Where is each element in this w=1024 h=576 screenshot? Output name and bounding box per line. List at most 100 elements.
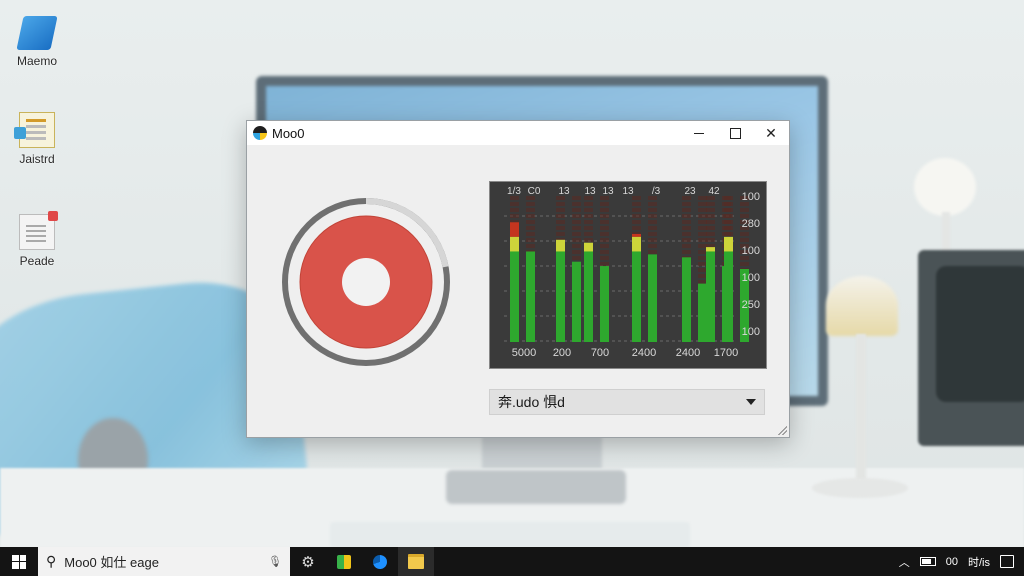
search-icon: ⚲ xyxy=(46,553,57,569)
wallpaper-keyboard xyxy=(330,522,690,548)
meter-bar-segment-dim xyxy=(706,202,715,206)
meter-bar-segment-dim xyxy=(632,226,641,230)
taskbar-edge[interactable] xyxy=(362,547,398,576)
meter-bar-segment-dim xyxy=(740,262,749,266)
taskbar-store[interactable] xyxy=(326,547,362,576)
taskbar-search[interactable]: ⚲ Moo0 如仕 eage 🎙 xyxy=(38,547,290,576)
meter-bar-segment-dim xyxy=(572,208,581,212)
meter-bar xyxy=(682,257,691,342)
meter-bar-segment-dim xyxy=(556,226,565,230)
store-icon xyxy=(337,554,351,569)
desktop-icon-label: Peade xyxy=(19,254,55,268)
meter-bar-segment-dim xyxy=(724,196,733,200)
meter-bar-segment-dim xyxy=(706,220,715,224)
desktop-icon-maemo[interactable]: Maemo xyxy=(6,16,68,68)
maximize-button[interactable] xyxy=(717,121,753,145)
meter-bar xyxy=(510,251,519,342)
window-titlebar[interactable]: Moo0 ✕ xyxy=(247,121,789,145)
chevron-up-icon[interactable]: ︿ xyxy=(899,554,910,570)
taskbar-file-explorer[interactable] xyxy=(398,547,434,576)
meter-bar-segment-dim xyxy=(698,262,707,266)
meter-top-label: C0 xyxy=(528,186,541,197)
notification-icon[interactable] xyxy=(1000,555,1014,568)
meter-bar-segment-dim xyxy=(698,226,707,230)
meter-bar-segment-dim xyxy=(526,214,535,218)
meter-bar-segment-dim xyxy=(682,226,691,230)
battery-icon[interactable] xyxy=(919,557,936,566)
meter-bar-segment-dim xyxy=(572,232,581,236)
level-meter-chart: 1/3 C0 13 13 13 13/3 23 42 100 280 100 100 250 100 500… xyxy=(504,186,760,359)
meter-bar-segment-dim xyxy=(600,232,609,236)
meter-bar-segment-dim xyxy=(556,202,565,206)
meter-bar-segment-dim xyxy=(706,226,715,230)
meter-bar-segment-dim xyxy=(648,244,657,248)
meter-bar-segment-dim xyxy=(556,220,565,224)
meter-bar-segment-dim xyxy=(698,196,707,200)
taskbar: ⚲ Moo0 如仕 eage 🎙 ⚙ ︿ 00 时/is xyxy=(0,547,1024,576)
meter-scale-label: 100 xyxy=(742,245,760,257)
meter-bar xyxy=(698,283,707,342)
meter-bar-peak xyxy=(632,233,641,237)
audio-source-dropdown[interactable]: 奔.udo 惧d xyxy=(489,389,765,415)
meter-bar-segment-dim xyxy=(556,214,565,218)
meter-bar-segment-dim xyxy=(572,202,581,206)
meter-top-label: 13 xyxy=(584,186,596,197)
wallpaper-lamp-2 xyxy=(826,276,898,336)
maximize-icon xyxy=(729,127,741,139)
system-tray: ︿ 00 时/is xyxy=(899,554,1024,570)
meter-bar-segment-dim xyxy=(526,238,535,242)
meter-scale-label: 280 xyxy=(742,218,760,230)
meter-bar-segment-dim xyxy=(600,256,609,260)
microphone-icon[interactable]: 🎙 xyxy=(268,555,282,568)
start-button[interactable] xyxy=(0,547,38,576)
meter-top-label: 23 xyxy=(684,186,696,197)
meter-bar-segment-dim xyxy=(724,220,733,224)
meter-bar-segment-dim xyxy=(572,226,581,230)
meter-bar-peak xyxy=(510,222,519,237)
meter-bar-segment-dim xyxy=(682,250,691,254)
meter-bar xyxy=(584,251,593,342)
meter-bar-segment-dim xyxy=(510,202,519,206)
tray-date[interactable]: 时/is xyxy=(968,554,990,570)
meter-scale-label: 100 xyxy=(742,191,760,203)
meter-bottom-label: 1700 xyxy=(714,347,738,359)
meter-bottom-label: 2400 xyxy=(676,347,700,359)
meter-bar-segment-dim xyxy=(724,232,733,236)
desktop-icon-jaistrd[interactable]: Jaistrd xyxy=(6,112,68,166)
meter-bar-segment-dim xyxy=(600,244,609,248)
close-button[interactable]: ✕ xyxy=(753,121,789,145)
search-input[interactable]: Moo0 如仕 eage xyxy=(64,552,268,571)
meter-bar-segment-dim xyxy=(698,280,707,284)
meter-bar-segment-dim xyxy=(698,250,707,254)
meter-bar-segment-dim xyxy=(740,232,749,236)
meter-bar-segment-dim xyxy=(556,208,565,212)
meter-bar-segment-dim xyxy=(724,226,733,230)
meter-bar-segment-dim xyxy=(584,238,593,242)
meter-bar xyxy=(526,251,535,342)
chevron-down-icon xyxy=(746,399,756,405)
resize-grip-icon[interactable] xyxy=(777,425,787,435)
meter-top-label: 1/3 xyxy=(507,186,521,197)
minimize-icon xyxy=(694,132,704,134)
meter-bar-mid xyxy=(556,239,565,252)
meter-bar-segment-dim xyxy=(648,220,657,224)
app-window: Moo0 ✕ 1/3 C0 13 13 13 13/3 23 42 100 280 100 100 25… xyxy=(246,120,790,438)
meter-bar-segment-dim xyxy=(572,244,581,248)
meter-bar-segment-dim xyxy=(510,208,519,212)
taskbar-settings[interactable]: ⚙ xyxy=(290,547,326,576)
meter-bar-segment-dim xyxy=(682,214,691,218)
record-button[interactable] xyxy=(281,197,451,367)
meter-bar-segment-dim xyxy=(584,232,593,236)
meter-scale-label: 250 xyxy=(742,299,760,311)
meter-bar-mid xyxy=(724,236,733,252)
meter-bar-segment-dim xyxy=(682,238,691,242)
meter-bar-segment-dim xyxy=(740,208,749,212)
minimize-button[interactable] xyxy=(681,121,717,145)
meter-bar-segment-dim xyxy=(698,202,707,206)
tray-time[interactable]: 00 xyxy=(946,556,958,568)
meter-bar-segment-dim xyxy=(600,220,609,224)
desktop-icon-peade[interactable]: Peade xyxy=(6,211,68,268)
meter-bar-segment-dim xyxy=(706,232,715,236)
meter-bar-segment-dim xyxy=(698,268,707,272)
meter-bottom-label: 5000 xyxy=(512,347,536,359)
